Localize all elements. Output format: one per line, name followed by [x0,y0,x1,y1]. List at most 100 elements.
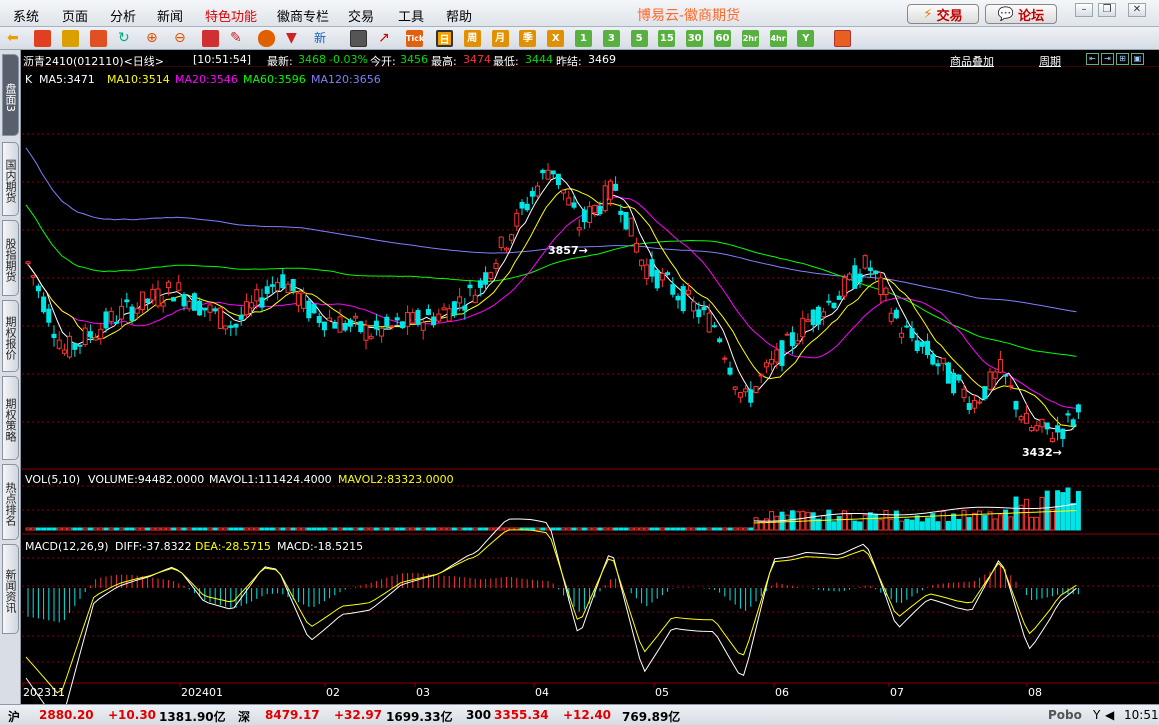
legend-ma5: MA5:3471 [39,73,95,86]
layout-icon[interactable]: ⊞ [1116,53,1129,65]
volume-bar [503,527,509,531]
candle-body [420,322,426,331]
open-value: 3456 [400,53,428,66]
candle-body [961,388,967,399]
sidebar-tab-5[interactable]: 热点排名 [2,464,19,540]
refresh-icon[interactable]: ↻ [118,30,135,47]
macd-legend-macd: MACD:-18.5215 [277,540,363,553]
period-button-月[interactable]: 月 [491,30,509,47]
tick-icon[interactable]: Tick [406,30,424,47]
zoom-out-icon[interactable]: ⊖ [174,30,191,47]
period-button-2hr[interactable]: 2hr [741,30,759,47]
candle-body [1044,422,1050,430]
dea-line [25,529,1077,694]
candle-body [259,297,265,308]
minimize-icon[interactable]: – [1075,3,1093,17]
new-icon[interactable]: 新 [314,30,331,47]
x-tick-label: 02 [326,686,340,699]
volume-bar [202,527,208,531]
high-value: 3474 [463,53,491,66]
volume-bar [883,509,889,531]
candle-body [732,386,738,390]
trend-icon[interactable]: ↗ [378,30,395,47]
period-button-60[interactable]: 60 [714,30,731,47]
trade-button[interactable]: ⚡ 交易 [907,4,979,24]
volume-bar [462,527,468,531]
prev-settle-label: 昨结: [556,55,582,68]
volume-bar [847,513,853,531]
bell-icon[interactable] [258,30,275,47]
menu-page[interactable]: 页面 [62,6,88,25]
period-button-5[interactable]: 5 [630,30,648,47]
pencil-icon[interactable]: ✎ [230,30,247,47]
restore-icon[interactable]: ❐ [1098,3,1116,17]
candle-body [457,296,463,304]
volume-bar [717,527,723,531]
candle-body [711,325,717,328]
stack-icon[interactable] [62,30,79,47]
forum-button[interactable]: 💬 论坛 [985,4,1057,24]
quote-info-bar: 沥青2410(012110)<日线> [10:51:54] 最新: 3468 -… [22,51,1159,69]
panel-icon[interactable]: ▣ [1131,53,1144,65]
window-icon[interactable] [202,30,219,47]
volume-bar [399,527,405,531]
sidebar-tab-6[interactable]: 新闻资讯 [2,544,19,634]
list-icon[interactable] [350,30,367,47]
candle-body [472,294,478,304]
volume-bar [363,527,369,531]
sidebar-tab-3[interactable]: 期权报价 [2,300,19,372]
menu-analysis[interactable]: 分析 [110,6,136,25]
sidebar-tab-1[interactable]: 国内期货 [2,142,19,216]
candle-body [753,386,759,393]
volume-bar [836,515,842,531]
sidebar-tab-2[interactable]: 股指期货 [2,220,19,296]
menu-system[interactable]: 系统 [13,6,39,25]
candle-body [529,191,535,197]
menu-huishang[interactable]: 徽商专栏 [277,6,329,25]
candle-body [41,296,47,313]
zoom-in-icon[interactable]: ⊕ [146,30,163,47]
cycle-link[interactable]: 周期 [1039,53,1061,69]
menu-help[interactable]: 帮助 [446,6,472,25]
kline-chart[interactable]: K MA5:3471 MA10:3514 MA20:3546 MA60:3596 MA12… [22,68,1159,704]
candle-body [98,328,104,340]
volume-bar [899,520,905,531]
volume-bar [306,527,312,531]
volume-bar [228,527,234,531]
back-arrow-icon[interactable]: ⬅ [7,30,24,47]
period-button-15[interactable]: 15 [658,30,676,47]
overlay-link[interactable]: 商品叠加 [950,53,994,69]
candle-body [878,277,884,295]
period-button-X[interactable]: X [547,30,565,47]
sidebar-tab-0[interactable]: 盘面3 [2,54,19,136]
period-button-周[interactable]: 周 [463,30,481,47]
volume-bar [394,527,400,531]
quote-icon[interactable] [90,30,107,47]
scroll-left-icon[interactable]: ⇤ [1086,53,1099,65]
menu-tools[interactable]: 工具 [398,6,424,25]
home-icon[interactable] [34,30,51,47]
candle-body [441,307,447,311]
period-button-30[interactable]: 30 [686,30,704,47]
period-button-1[interactable]: 1 [575,30,592,47]
period-button-Y[interactable]: Y [797,30,815,47]
volume-bar [113,527,119,531]
menu-news[interactable]: 新闻 [157,6,183,25]
candle-body [727,367,733,375]
menu-special[interactable]: 特色功能 [205,6,257,25]
sidebar-tab-4[interactable]: 期权策略 [2,376,19,460]
period-button-3[interactable]: 3 [602,30,620,47]
candle-body [269,284,275,287]
scroll-right-icon[interactable]: ⇥ [1101,53,1114,65]
close-icon[interactable]: ✕ [1128,3,1146,17]
filter-icon[interactable]: ▼ [286,30,303,47]
period-button-日[interactable]: 日 [436,30,453,47]
menu-trade[interactable]: 交易 [348,6,374,25]
period-button-4hr[interactable]: 4hr [769,30,787,47]
calendar-icon[interactable] [834,30,851,47]
volume-bar [124,527,130,531]
i300-amount: 769.89亿 [622,710,681,724]
period-button-季[interactable]: 季 [519,30,537,47]
volume-bar [623,527,629,531]
candle-body [243,301,249,316]
